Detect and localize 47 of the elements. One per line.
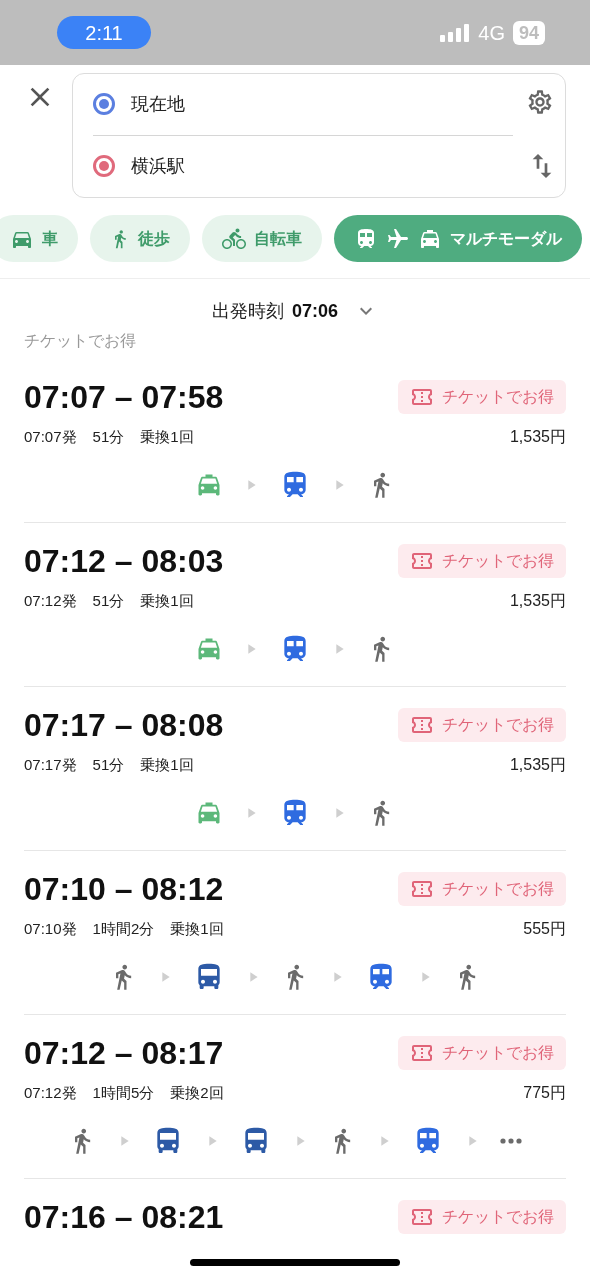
departure-info: 07:12発 [24, 590, 77, 611]
fare: 775円 [523, 1083, 566, 1103]
transfer-info: 乗換1回 [140, 426, 194, 447]
ticket-badge: チケットでお得 [398, 380, 566, 414]
fare: 1,535円 [509, 427, 566, 447]
route-time-range[interactable]: 07:12 – 08:17 [24, 1029, 224, 1077]
origin-dot-icon [93, 93, 115, 116]
more-icon [500, 1138, 522, 1144]
ticket-badge: チケットでお得 [398, 544, 566, 578]
battery-level: 94 [512, 20, 545, 45]
fare: 1,535円 [509, 591, 566, 611]
duration-info: 51分 [92, 590, 125, 611]
ticket-badge: チケットでお得 [398, 708, 566, 742]
bicycle-icon [222, 226, 246, 251]
ticket-badge: チケットでお得 [398, 872, 566, 906]
section-header: チケットでお得 [24, 331, 136, 351]
fare: 555円 [523, 919, 566, 939]
transfer-info: 乗換1回 [140, 590, 194, 611]
settings-icon[interactable] [526, 88, 554, 116]
destination-dot-icon [93, 155, 115, 178]
duration-info: 51分 [92, 426, 125, 447]
ticket-badge: チケットでお得 [398, 1200, 566, 1234]
origin-field[interactable]: 現在地 [131, 90, 513, 119]
plane-icon [386, 226, 410, 251]
departure-info: 07:07発 [24, 426, 77, 447]
fare: 1,535円 [509, 755, 566, 775]
ticket-badge: チケットでお得 [398, 1036, 566, 1070]
route-time-range[interactable]: 07:07 – 07:58 [24, 373, 224, 421]
signal-icon [440, 23, 471, 42]
route-time-range[interactable]: 07:12 – 08:03 [24, 537, 224, 585]
transfer-info: 乗換1回 [170, 918, 224, 939]
route-time-range[interactable]: 07:10 – 08:12 [24, 865, 224, 913]
departure-info: 07:17発 [24, 754, 77, 775]
duration-info: 1時間5分 [92, 1082, 155, 1103]
destination-field[interactable]: 横浜駅 [131, 152, 545, 181]
status-time: 2:11 [57, 16, 151, 49]
duration-info: 1時間2分 [92, 918, 155, 939]
departure-label[interactable]: 出発時刻 [211, 297, 284, 325]
duration-info: 51分 [92, 754, 125, 775]
departure-info: 07:12発 [24, 1082, 77, 1103]
network-label: 4G [478, 20, 505, 46]
route-time-range[interactable]: 07:17 – 08:08 [24, 701, 224, 749]
route-time-range[interactable]: 07:16 – 08:21 [24, 1193, 224, 1241]
departure-info: 07:10発 [24, 918, 77, 939]
transfer-info: 乗換2回 [170, 1082, 224, 1103]
departure-time[interactable]: 07:06 [291, 297, 338, 325]
transfer-info: 乗換1回 [140, 754, 194, 775]
